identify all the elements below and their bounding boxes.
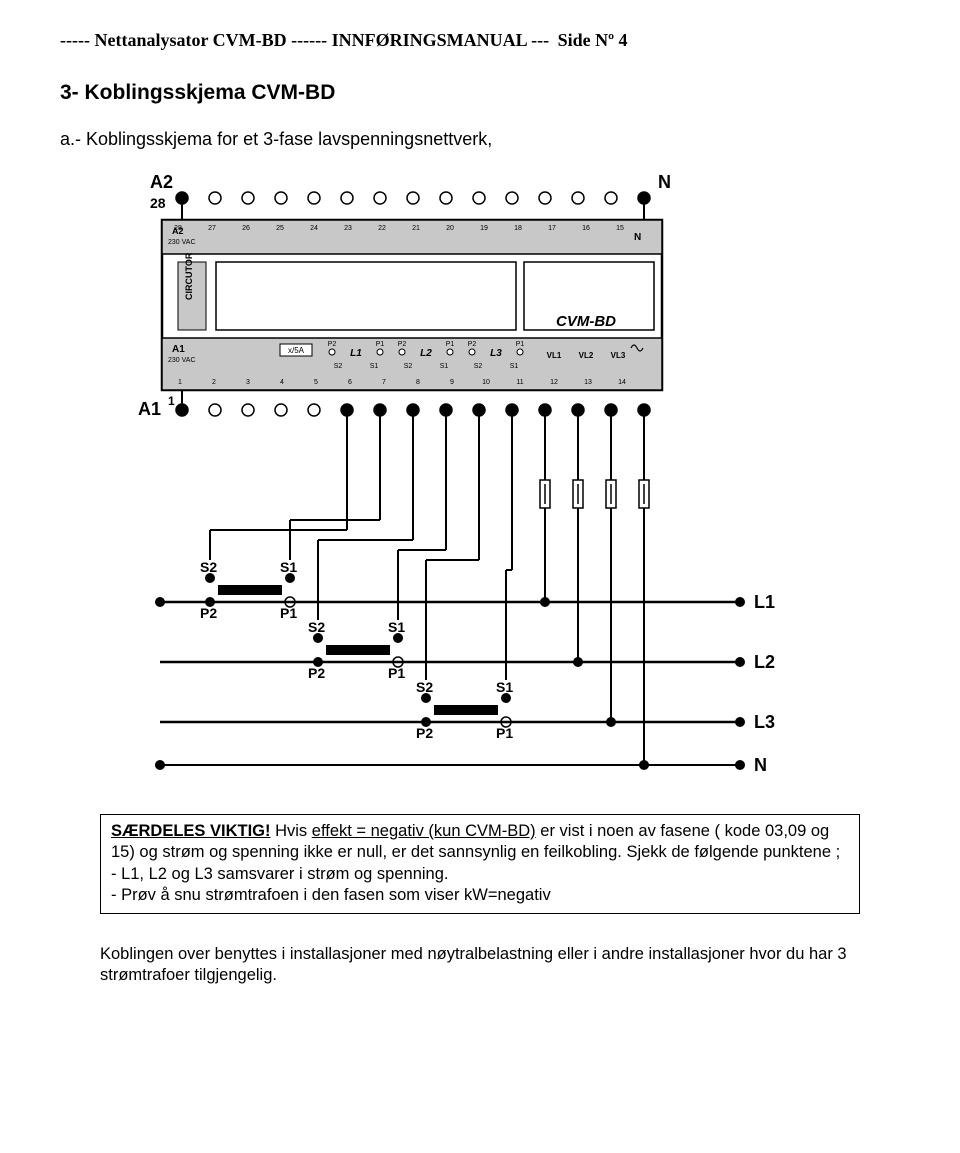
svg-text:P1: P1	[446, 341, 455, 348]
svg-text:L3: L3	[490, 348, 502, 359]
model-label: CVM-BD	[556, 313, 616, 330]
svg-text:1: 1	[168, 394, 175, 408]
svg-text:21: 21	[412, 225, 420, 232]
svg-text:5: 5	[314, 379, 318, 386]
svg-text:P1: P1	[388, 665, 405, 681]
svg-text:S2: S2	[334, 363, 343, 370]
svg-text:3: 3	[246, 379, 250, 386]
svg-text:S2: S2	[200, 559, 217, 575]
important-bullet-1: - L1, L2 og L3 samsvarer i strøm og spen…	[111, 865, 449, 883]
svg-text:12: 12	[550, 379, 558, 386]
dev-N: N	[634, 232, 641, 243]
svg-text:S2: S2	[308, 619, 325, 635]
label-N-outer: N	[658, 172, 671, 192]
top-terminal-row: A2 28 N	[150, 172, 671, 220]
svg-text:P1: P1	[516, 341, 525, 348]
svg-text:P1: P1	[280, 605, 297, 621]
svg-text:15: 15	[616, 225, 624, 232]
important-title: SÆRDELES VIKTIG!	[111, 822, 271, 840]
section-title: 3- Koblingsskjema CVM-BD	[60, 81, 900, 105]
svg-text:7: 7	[382, 379, 386, 386]
label-28: 28	[150, 195, 166, 211]
svg-text:16: 16	[582, 225, 590, 232]
important-box: SÆRDELES VIKTIG! Hvis effekt = negativ (…	[100, 814, 860, 914]
svg-text:S2: S2	[474, 363, 483, 370]
svg-text:19: 19	[480, 225, 488, 232]
svg-text:10: 10	[482, 379, 490, 386]
svg-text:23: 23	[344, 225, 352, 232]
svg-text:18: 18	[514, 225, 522, 232]
svg-text:13: 13	[584, 379, 592, 386]
svg-text:P2: P2	[200, 605, 217, 621]
svg-text:26: 26	[242, 225, 250, 232]
label-A1-outer: A1	[138, 399, 161, 419]
dev-230vac-bot: 230 VAC	[168, 357, 196, 364]
line-L3: L3	[754, 712, 775, 732]
ct-1: S2 S1 P2 P1	[200, 559, 297, 621]
line-N: N	[754, 755, 767, 775]
svg-text:S1: S1	[510, 363, 519, 370]
diagram-svg: A2 28 N A2 230 VAC N 28 27 26 25 24	[100, 170, 820, 790]
dev-A1: A1	[172, 344, 185, 355]
svg-text:S1: S1	[280, 559, 297, 575]
svg-text:1: 1	[178, 379, 182, 386]
phase-lines	[160, 602, 740, 765]
svg-text:P2: P2	[328, 341, 337, 348]
line-L2: L2	[754, 652, 775, 672]
svg-text:P2: P2	[308, 665, 325, 681]
svg-text:VL3: VL3	[611, 351, 626, 360]
svg-text:S1: S1	[496, 679, 513, 695]
svg-text:P2: P2	[398, 341, 407, 348]
svg-text:9: 9	[450, 379, 454, 386]
closing-paragraph: Koblingen over benyttes i installasjoner…	[100, 944, 860, 987]
label-A2-outer: A2	[150, 172, 173, 192]
svg-text:25: 25	[276, 225, 284, 232]
header-right: Side Nº 4	[558, 30, 628, 50]
svg-text:S2: S2	[404, 363, 413, 370]
subtitle: a.- Koblingsskjema for et 3-fase lavspen…	[60, 129, 900, 150]
ct-2: S2 S1 P2 P1	[308, 619, 405, 681]
svg-text:11: 11	[516, 379, 523, 386]
svg-text:S1: S1	[388, 619, 405, 635]
ct-3: S2 S1 P2 P1	[416, 679, 513, 741]
svg-text:VL1: VL1	[547, 351, 562, 360]
bottom-terminal-row: A1 1	[138, 390, 650, 419]
fuses	[540, 480, 649, 508]
dev-230vac-top: 230 VAC	[168, 239, 196, 246]
svg-text:P2: P2	[416, 725, 433, 741]
svg-text:P2: P2	[468, 341, 477, 348]
svg-text:14: 14	[618, 379, 626, 386]
svg-text:27: 27	[208, 225, 216, 232]
svg-text:17: 17	[548, 225, 556, 232]
svg-text:S1: S1	[370, 363, 379, 370]
header-left: ----- Nettanalysator CVM-BD ------ INNFØ…	[60, 30, 549, 50]
important-bullet-2: - Prøv å snu strømtrafoen i den fasen so…	[111, 886, 551, 904]
svg-text:S2: S2	[416, 679, 433, 695]
svg-text:28: 28	[174, 225, 182, 232]
brand-label: CIRCUTOR	[184, 252, 194, 300]
svg-text:2: 2	[212, 379, 216, 386]
svg-text:L2: L2	[420, 348, 432, 359]
svg-text:20: 20	[446, 225, 454, 232]
svg-text:P1: P1	[376, 341, 385, 348]
line-L1: L1	[754, 592, 775, 612]
svg-text:VL2: VL2	[579, 351, 594, 360]
svg-text:6: 6	[348, 379, 352, 386]
svg-text:L1: L1	[350, 348, 362, 359]
svg-text:8: 8	[416, 379, 420, 386]
svg-text:4: 4	[280, 379, 284, 386]
device-body: A2 230 VAC N 28 27 26 25 24 23 22 21 20 …	[162, 220, 662, 390]
wiring-diagram: A2 28 N A2 230 VAC N 28 27 26 25 24	[100, 170, 860, 790]
svg-text:22: 22	[378, 225, 386, 232]
x5a-label: x/5A	[288, 346, 305, 355]
svg-text:S1: S1	[440, 363, 449, 370]
svg-text:P1: P1	[496, 725, 513, 741]
svg-text:24: 24	[310, 225, 318, 232]
important-underline: effekt = negativ (kun CVM-BD)	[312, 822, 536, 840]
important-lead: Hvis	[271, 822, 312, 840]
page-header: ----- Nettanalysator CVM-BD ------ INNFØ…	[60, 30, 900, 51]
